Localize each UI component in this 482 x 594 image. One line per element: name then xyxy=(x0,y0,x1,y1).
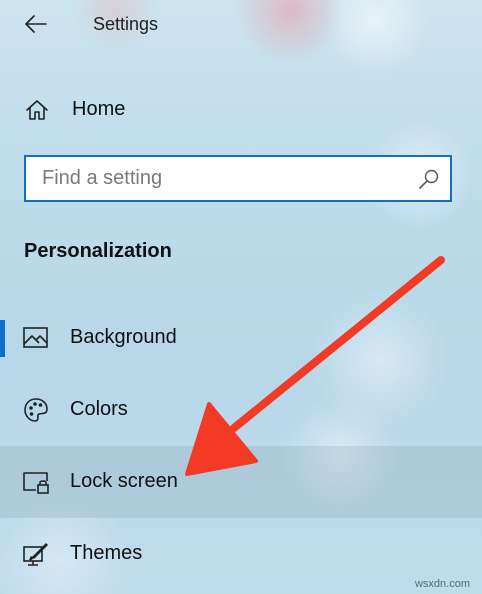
back-button[interactable] xyxy=(18,6,54,42)
section-title: Personalization xyxy=(24,240,172,262)
back-arrow-icon xyxy=(25,15,47,33)
palette-icon xyxy=(24,398,48,422)
app-title: Settings xyxy=(93,14,159,34)
themes-brush-icon xyxy=(23,543,48,566)
title-bar: Settings xyxy=(0,0,482,50)
picture-icon xyxy=(23,327,48,348)
nav-item-label: Background xyxy=(70,326,177,348)
watermark: wsxdn.com xyxy=(414,578,470,590)
nav-item-label: Lock screen xyxy=(70,470,178,492)
lock-screen-icon xyxy=(23,472,49,494)
nav-item-themes[interactable]: Themes xyxy=(0,518,482,590)
search-box[interactable] xyxy=(24,155,452,202)
nav-item-colors[interactable]: Colors xyxy=(0,374,482,446)
nav-home[interactable]: Home xyxy=(0,88,482,132)
home-icon xyxy=(26,100,48,120)
search-input[interactable] xyxy=(26,157,406,200)
nav-item-label: Themes xyxy=(70,542,143,564)
search-icon[interactable] xyxy=(418,168,440,190)
nav-item-label: Colors xyxy=(70,398,128,420)
nav-home-label: Home xyxy=(72,98,126,120)
nav-item-lock-screen[interactable]: Lock screen xyxy=(0,446,482,518)
nav-item-background[interactable]: Background xyxy=(0,302,482,374)
